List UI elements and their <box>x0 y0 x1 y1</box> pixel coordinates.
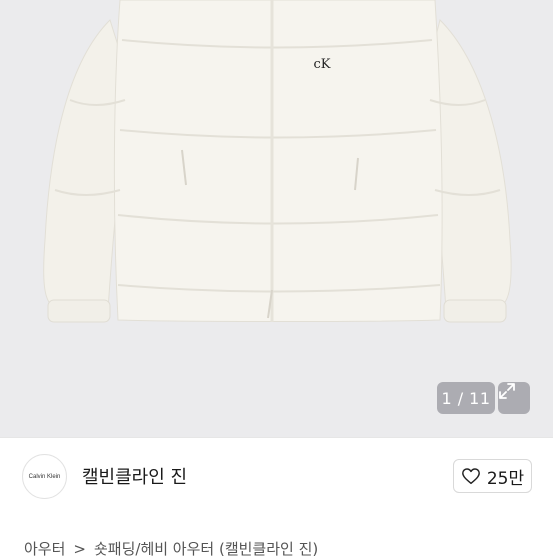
seller-row: Calvin Klein 캘빈클라인 진 25만 <box>0 438 553 518</box>
image-counter: 1 / 11 <box>437 382 495 414</box>
seller-avatar[interactable]: Calvin Klein <box>22 454 67 499</box>
product-image[interactable]: cK 1 / 11 <box>0 0 553 437</box>
expand-button[interactable] <box>498 382 530 414</box>
breadcrumb-item-outer[interactable]: 아우터 <box>24 538 65 559</box>
brand-logo: cK <box>314 57 331 72</box>
breadcrumb: 아우터 > 숏패딩/헤비 아우터 (캘빈클라인 진) <box>24 538 318 559</box>
breadcrumb-separator: > <box>73 539 86 558</box>
breadcrumb-item-padding[interactable]: 숏패딩/헤비 아우터 (캘빈클라인 진) <box>94 538 318 559</box>
heart-outline-icon <box>461 468 480 485</box>
like-count: 25만 <box>486 468 525 489</box>
seller-name[interactable]: 캘빈클라인 진 <box>82 463 187 489</box>
expand-icon <box>499 383 515 399</box>
like-button[interactable]: 25만 <box>453 459 532 493</box>
avatar-label: Calvin Klein <box>28 473 61 480</box>
puffer-jacket-illustration: cK <box>0 0 553 437</box>
